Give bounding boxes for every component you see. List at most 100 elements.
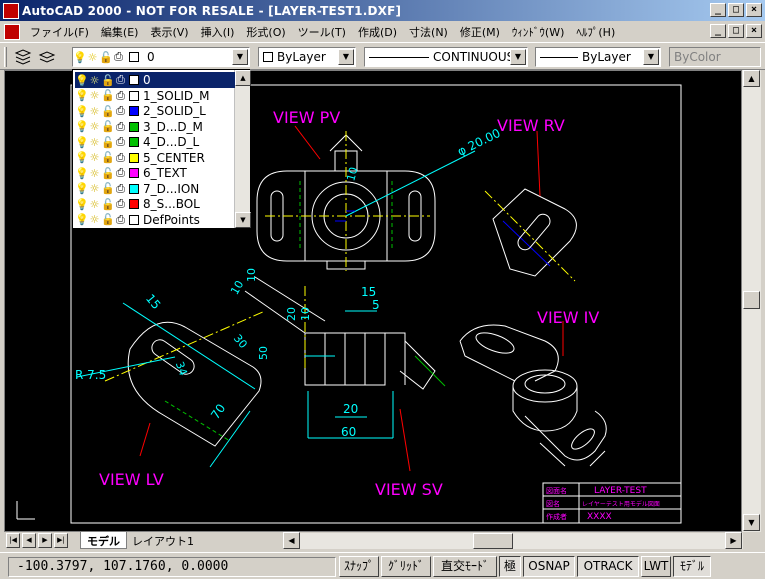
layer-list-item[interactable]: 💡 ☼ 🔓 ⎙ 4_D...D_L xyxy=(75,134,235,150)
menu-window[interactable]: ｳｨﾝﾄﾞｳ(W) xyxy=(506,24,570,40)
printer-icon[interactable]: ⎙ xyxy=(114,73,127,87)
layer-previous-icon[interactable] xyxy=(36,46,58,68)
printer-icon[interactable]: ⎙ xyxy=(114,213,127,227)
horizontal-scroll-thumb[interactable] xyxy=(473,533,513,549)
dropdown-scrollbar[interactable]: ▲ ▼ xyxy=(234,70,251,228)
lock-icon[interactable]: 🔓 xyxy=(101,198,115,211)
layer-list-item[interactable]: 💡 ☼ 🔓 ⎙ 5_CENTER xyxy=(75,150,235,166)
sun-icon[interactable]: ☼ xyxy=(88,74,101,87)
sun-icon[interactable]: ☼ xyxy=(88,151,101,164)
scroll-right-arrow-icon[interactable]: ▶ xyxy=(725,532,742,549)
osnap-toggle[interactable]: OSNAP xyxy=(523,556,575,577)
ortho-toggle[interactable]: 直交ﾓｰﾄﾞ xyxy=(433,556,497,577)
menu-draw[interactable]: 作成(D) xyxy=(352,24,403,40)
chevron-down-icon[interactable]: ▼ xyxy=(643,49,659,65)
menu-help[interactable]: ﾍﾙﾌﾟ(H) xyxy=(570,24,621,40)
printer-icon[interactable]: ⎙ xyxy=(114,182,127,196)
scroll-down-arrow-icon[interactable]: ▼ xyxy=(743,514,760,531)
autocad-app-icon[interactable] xyxy=(3,2,19,19)
lightbulb-icon[interactable]: 💡 xyxy=(75,105,89,118)
layer-list-item[interactable]: 💡 ☼ 🔓 ⎙ 2_SOLID_L xyxy=(75,103,235,119)
tab-first-icon[interactable]: |◀ xyxy=(6,533,20,548)
layer-list-item[interactable]: 💡 ☼ 🔓 ⎙ 8_S...BOL xyxy=(75,196,235,212)
scroll-left-arrow-icon[interactable]: ◀ xyxy=(283,532,300,549)
printer-icon[interactable]: ⎙ xyxy=(114,197,127,211)
lightbulb-icon[interactable]: 💡 xyxy=(75,198,89,211)
lightbulb-icon[interactable]: 💡 xyxy=(75,151,89,164)
lock-icon[interactable]: 🔓 xyxy=(101,136,115,149)
layer-list-item[interactable]: 💡 ☼ 🔓 ⎙ 6_TEXT xyxy=(75,165,235,181)
tab-last-icon[interactable]: ▶| xyxy=(54,533,68,548)
tab-model[interactable]: モデル xyxy=(80,532,127,549)
layer-manager-icon[interactable] xyxy=(12,46,34,68)
sun-icon[interactable]: ☼ xyxy=(88,136,101,149)
menu-dimension[interactable]: 寸法(N) xyxy=(403,24,454,40)
lightbulb-icon[interactable]: 💡 xyxy=(75,89,89,102)
otrack-toggle[interactable]: OTRACK xyxy=(577,556,639,577)
plotstyle-combo[interactable]: ByColor xyxy=(669,47,761,67)
lightbulb-icon[interactable]: 💡 xyxy=(75,136,89,149)
lock-icon[interactable]: 🔓 xyxy=(101,213,115,226)
sun-icon[interactable]: ☼ xyxy=(88,120,101,133)
menu-edit[interactable]: 編集(E) xyxy=(95,24,145,40)
model-toggle[interactable]: ﾓﾃﾞﾙ xyxy=(673,556,711,577)
printer-icon[interactable]: ⎙ xyxy=(114,151,127,165)
sun-icon[interactable]: ☼ xyxy=(88,198,101,211)
lock-icon[interactable]: 🔓 xyxy=(101,89,115,102)
menu-insert[interactable]: 挿入(I) xyxy=(195,24,241,40)
snap-toggle[interactable]: ｽﾅｯﾌﾟ xyxy=(339,556,379,577)
close-button[interactable]: × xyxy=(746,3,762,17)
sun-icon[interactable]: ☼ xyxy=(88,105,101,118)
minimize-button[interactable]: _ xyxy=(710,3,726,17)
lock-icon[interactable]: 🔓 xyxy=(101,167,115,180)
grid-toggle[interactable]: ｸﾞﾘｯﾄﾞ xyxy=(381,556,431,577)
sun-icon[interactable]: ☼ xyxy=(88,182,101,195)
polar-toggle[interactable]: 極 xyxy=(499,556,521,577)
lineweight-combo[interactable]: ByLayer ▼ xyxy=(535,47,661,67)
lightbulb-icon[interactable]: 💡 xyxy=(75,120,89,133)
horizontal-scrollbar[interactable]: ◀ ▶ xyxy=(283,532,743,549)
lock-icon[interactable]: 🔓 xyxy=(101,105,115,118)
lwt-toggle[interactable]: LWT xyxy=(641,556,671,577)
lock-icon[interactable]: 🔓 xyxy=(101,182,115,195)
menu-modify[interactable]: 修正(M) xyxy=(454,24,506,40)
chevron-down-icon[interactable]: ▼ xyxy=(510,49,526,65)
doc-minimize-button[interactable]: _ xyxy=(710,24,726,38)
tab-layout1[interactable]: レイアウト1 xyxy=(126,532,200,549)
chevron-down-icon[interactable]: ▼ xyxy=(232,49,248,65)
color-combo[interactable]: ByLayer ▼ xyxy=(258,47,356,67)
linetype-combo[interactable]: CONTINUOUS ▼ xyxy=(364,47,528,67)
layer-list-item[interactable]: 💡 ☼ 🔓 ⎙ 1_SOLID_M xyxy=(75,88,235,104)
lock-icon[interactable]: 🔓 xyxy=(101,151,115,164)
printer-icon[interactable]: ⎙ xyxy=(114,104,127,118)
menu-file[interactable]: ファイル(F) xyxy=(24,24,95,40)
dropdown-scroll-up-icon[interactable]: ▲ xyxy=(235,70,251,86)
tab-next-icon[interactable]: ▶ xyxy=(38,533,52,548)
layer-combo[interactable]: 💡 ☼ 🔓 ⎙ 0 ▼ xyxy=(72,47,250,67)
layer-dropdown-list[interactable]: ▲ ▼ 💡 ☼ 🔓 ⎙ 0 💡 ☼ 🔓 ⎙ 1_SOLID_M 💡 ☼ 🔓 ⎙ 2_SOLID_L 💡 ☼ 🔓 ⎙ 3… xyxy=(72,69,251,229)
lightbulb-icon[interactable]: 💡 xyxy=(75,167,89,180)
dropdown-scroll-down-icon[interactable]: ▼ xyxy=(235,212,251,228)
layer-list-item[interactable]: 💡 ☼ 🔓 ⎙ 0 xyxy=(75,72,235,88)
document-icon[interactable] xyxy=(4,23,20,40)
doc-close-button[interactable]: × xyxy=(746,24,762,38)
vertical-scroll-thumb[interactable] xyxy=(743,291,760,309)
menu-format[interactable]: 形式(O) xyxy=(240,24,291,40)
toolbar-grip[interactable] xyxy=(4,47,7,67)
layer-list-item[interactable]: 💡 ☼ 🔓 ⎙ 7_D...ION xyxy=(75,181,235,197)
layer-list-item[interactable]: 💡 ☼ 🔓 ⎙ DefPoints xyxy=(75,212,235,228)
vertical-scrollbar[interactable]: ▲ ▼ xyxy=(742,70,761,532)
lightbulb-icon[interactable]: 💡 xyxy=(75,213,89,226)
scroll-up-arrow-icon[interactable]: ▲ xyxy=(743,70,760,87)
printer-icon[interactable]: ⎙ xyxy=(114,89,127,103)
printer-icon[interactable]: ⎙ xyxy=(114,135,127,149)
layer-list-item[interactable]: 💡 ☼ 🔓 ⎙ 3_D...D_M xyxy=(75,119,235,135)
menu-view[interactable]: 表示(V) xyxy=(144,24,194,40)
lock-icon[interactable]: 🔓 xyxy=(101,120,115,133)
maximize-button[interactable]: □ xyxy=(728,3,744,17)
tab-prev-icon[interactable]: ◀ xyxy=(22,533,36,548)
sun-icon[interactable]: ☼ xyxy=(88,167,101,180)
coordinate-display[interactable]: -100.3797, 107.1760, 0.0000 xyxy=(8,557,336,577)
chevron-down-icon[interactable]: ▼ xyxy=(338,49,354,65)
lightbulb-icon[interactable]: 💡 xyxy=(75,182,89,195)
